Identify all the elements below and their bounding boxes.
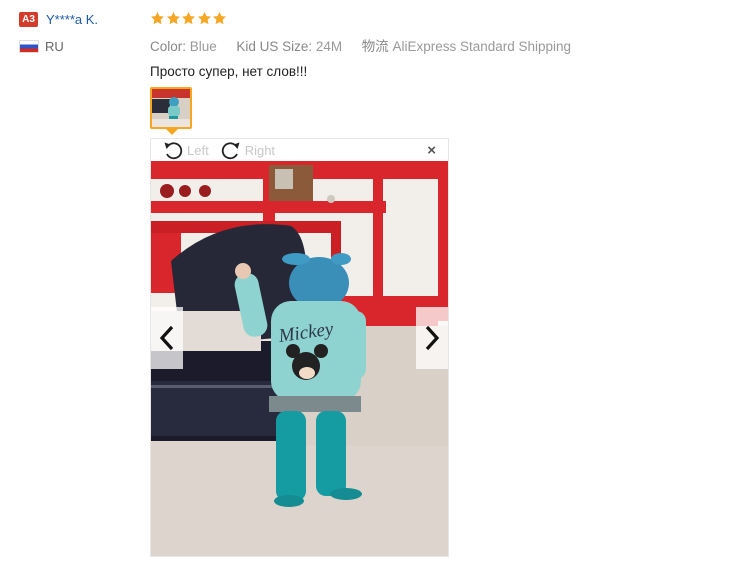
review-photo: Mickey (151, 161, 448, 556)
star-rating (150, 8, 740, 28)
country-code: RU (45, 38, 64, 54)
russia-flag-icon (19, 39, 39, 53)
rotate-right-icon (221, 142, 240, 160)
size-value: 24M (315, 39, 343, 54)
star-icon (213, 11, 226, 24)
reviewer-info: A3 Y****a K. RU (19, 9, 144, 55)
review-content: Color: Blue Kid US Size: 24M 物流 AliExpre… (150, 8, 740, 557)
logistics-label: 物流 (361, 39, 389, 54)
rotate-right-label: Right (244, 142, 276, 158)
chevron-left-icon (159, 325, 174, 351)
previous-photo-button[interactable] (151, 307, 183, 369)
rotate-left-icon (164, 142, 183, 160)
order-attributes: Color: Blue Kid US Size: 24M 物流 AliExpre… (150, 35, 740, 55)
reviewer-name-row: A3 Y****a K. (19, 9, 144, 29)
star-icon (151, 11, 164, 24)
thumbnail-selected-indicator (166, 129, 178, 135)
review-photo-thumbnail[interactable] (150, 87, 192, 129)
review-item: A3 Y****a K. RU Color: Blue Kid US Size:… (0, 0, 750, 562)
star-icon (166, 11, 180, 24)
rotate-left-label: Left (187, 142, 209, 158)
close-icon[interactable]: × (427, 142, 436, 159)
buyer-level-badge: A3 (19, 11, 38, 27)
rotate-right-button[interactable]: Right (219, 140, 275, 160)
rotate-left-button[interactable]: Left (163, 140, 209, 160)
color-label: Color: (150, 39, 187, 54)
size-label: Kid US Size: (236, 39, 313, 54)
review-text: Просто супер, нет слов!!! (150, 64, 308, 79)
reviewer-name: Y****a K. (46, 11, 99, 27)
chevron-right-icon (425, 325, 440, 351)
reviewer-country: RU (19, 37, 144, 55)
logistics-value: AliExpress Standard Shipping (392, 39, 572, 54)
star-icon (197, 11, 211, 24)
photo-viewer: Left Right × Mickey (150, 138, 449, 557)
next-photo-button[interactable] (416, 307, 448, 369)
color-value: Blue (189, 39, 217, 54)
star-icon (182, 11, 195, 24)
viewer-toolbar: Left Right × (151, 139, 448, 161)
